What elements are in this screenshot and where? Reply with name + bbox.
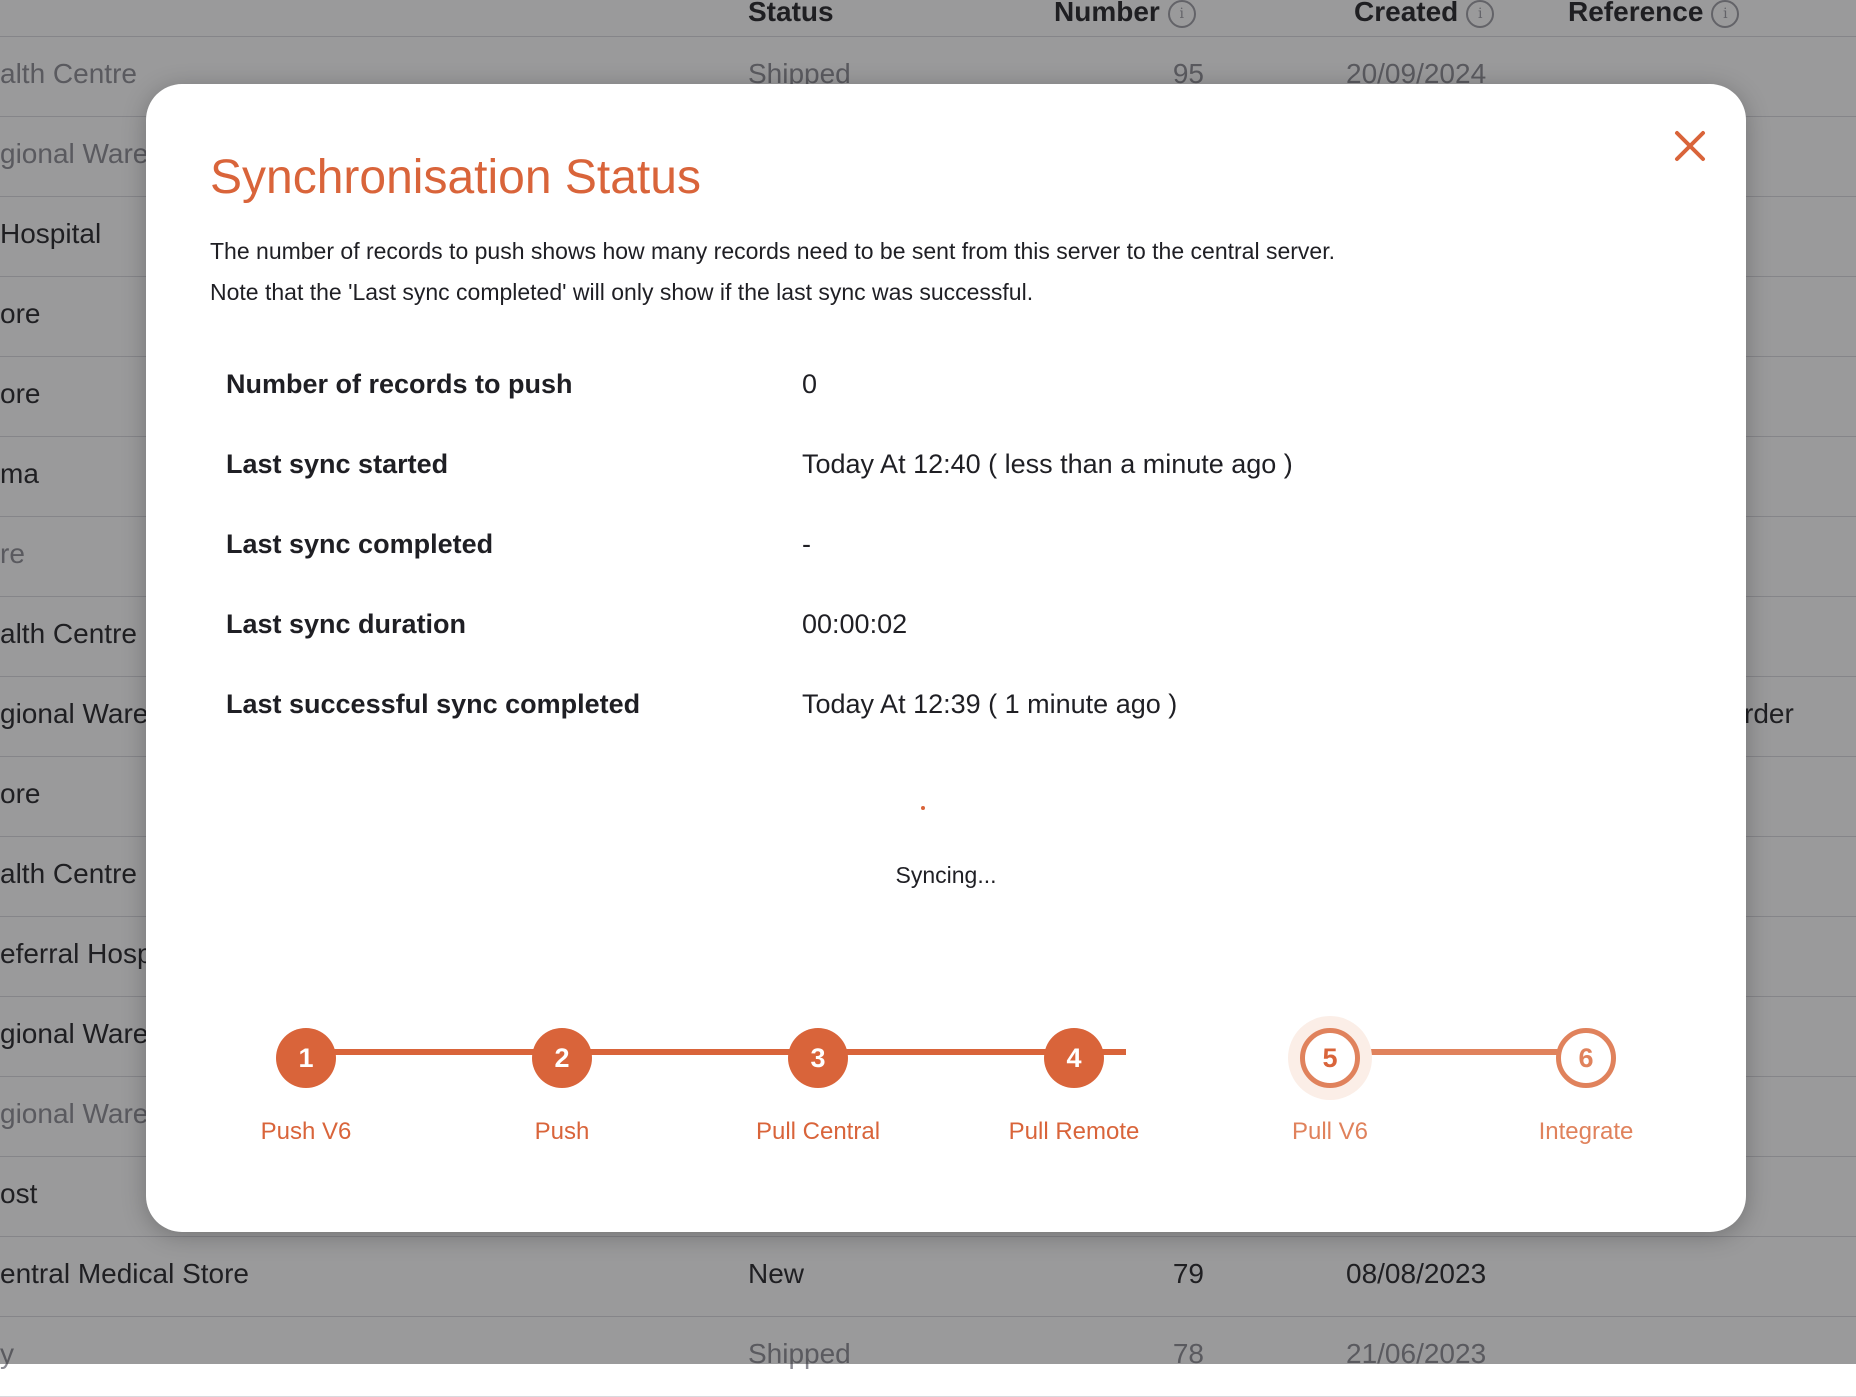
stepper-connector-pending: [1330, 1049, 1586, 1055]
step-4-circle: 4: [1044, 1028, 1104, 1088]
step-3-label: Pull Central: [755, 1118, 881, 1145]
dialog-title: Synchronisation Status: [210, 151, 701, 204]
step-2-circle: 2: [532, 1028, 592, 1088]
step-1-label: Push V6: [260, 1118, 352, 1145]
step-2-label: Push: [534, 1118, 590, 1145]
loading-spinner: [921, 806, 925, 810]
step-6-circle: 6: [1556, 1028, 1616, 1088]
syncing-status-text: Syncing...: [895, 862, 997, 888]
last-sync-started-value: Today At 12:40 ( less than a minute ago …: [802, 449, 1293, 479]
last-sync-duration-label: Last sync duration: [226, 609, 467, 639]
last-sync-completed-label: Last sync completed: [226, 529, 494, 559]
stepper-connector-complete: [306, 1049, 1126, 1055]
last-successful-sync-value: Today At 12:39 ( 1 minute ago ): [802, 689, 1178, 719]
step-6-label: Integrate: [1538, 1118, 1634, 1145]
description-line-1: The number of records to push shows how …: [210, 238, 1335, 264]
sync-status-dialog: Synchronisation Status The number of rec…: [146, 84, 1746, 1232]
records-to-push-value: 0: [802, 369, 818, 399]
close-icon: [1675, 131, 1705, 161]
step-5-circle: 5: [1300, 1028, 1360, 1088]
last-sync-duration-value: 00:00:02: [802, 609, 908, 639]
description-line-2: Note that the 'Last sync completed' will…: [210, 279, 1034, 305]
last-sync-completed-value: -: [802, 529, 811, 559]
last-sync-started-label: Last sync started: [226, 449, 449, 479]
step-3-circle: 3: [788, 1028, 848, 1088]
step-1-circle: 1: [276, 1028, 336, 1088]
records-to-push-label: Number of records to push: [226, 369, 573, 399]
step-5-label: Pull V6: [1291, 1118, 1369, 1145]
step-4-label: Pull Remote: [1008, 1118, 1140, 1145]
close-button[interactable]: [1666, 122, 1714, 170]
last-successful-sync-label: Last successful sync completed: [226, 689, 641, 719]
